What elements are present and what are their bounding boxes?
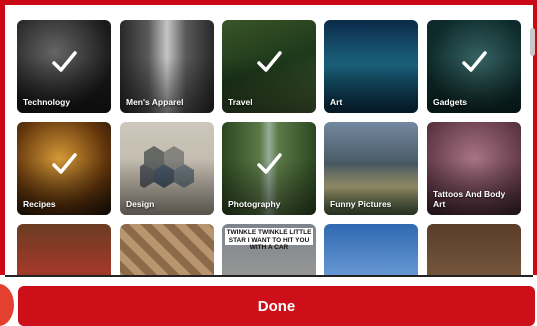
checkmark-icon [254, 149, 284, 179]
category-label: Travel [228, 97, 253, 107]
category-label: Tattoos And Body Art [433, 189, 506, 209]
category-label: Photography [228, 199, 281, 209]
category-image [120, 224, 214, 275]
category-tile-travel[interactable]: Travel [222, 20, 316, 113]
category-label: Recipes [23, 199, 56, 209]
modal-divider [5, 275, 533, 277]
category-tile-partial[interactable] [17, 224, 111, 275]
category-grid[interactable]: Technology Men's Apparel Travel Art Gadg… [5, 5, 533, 275]
category-label: Men's Apparel [126, 97, 184, 107]
category-label: Design [126, 199, 155, 209]
category-image [17, 224, 111, 275]
checkmark-icon [254, 47, 284, 77]
checkmark-icon [49, 47, 79, 77]
done-button[interactable]: Done [18, 286, 535, 326]
category-tile-photography[interactable]: Photography [222, 122, 316, 215]
category-tile-partial[interactable] [120, 224, 214, 275]
category-tile-art[interactable]: Art [324, 20, 418, 113]
notification-badge [0, 284, 14, 326]
category-tile-technology[interactable]: Technology [17, 20, 111, 113]
category-tile-partial[interactable] [427, 224, 521, 275]
category-tile-design[interactable]: Design [120, 122, 214, 215]
category-image [427, 224, 521, 275]
category-tile-mens-apparel[interactable]: Men's Apparel [120, 20, 214, 113]
checkmark-icon [459, 47, 489, 77]
category-tile-tattoos[interactable]: Tattoos And Body Art [427, 122, 521, 215]
checkmark-icon [49, 149, 79, 179]
category-label: Technology [23, 97, 71, 107]
meme-caption: TWINKLE TWINKLE LITTLE STAR I WANT TO HI… [225, 228, 313, 251]
category-tile-partial[interactable] [324, 224, 418, 275]
category-tile-recipes[interactable]: Recipes [17, 122, 111, 215]
category-image [324, 224, 418, 275]
category-label: Gadgets [433, 97, 468, 107]
category-picker-modal: Technology Men's Apparel Travel Art Gadg… [0, 0, 537, 326]
category-tile-partial[interactable]: TWINKLE TWINKLE LITTLE STAR I WANT TO HI… [222, 224, 316, 275]
category-tile-funny-pictures[interactable]: Funny Pictures [324, 122, 418, 215]
category-label: Art [330, 97, 343, 107]
scrollbar-thumb[interactable] [530, 28, 535, 56]
category-label: Funny Pictures [330, 199, 392, 209]
category-tile-gadgets[interactable]: Gadgets [427, 20, 521, 113]
